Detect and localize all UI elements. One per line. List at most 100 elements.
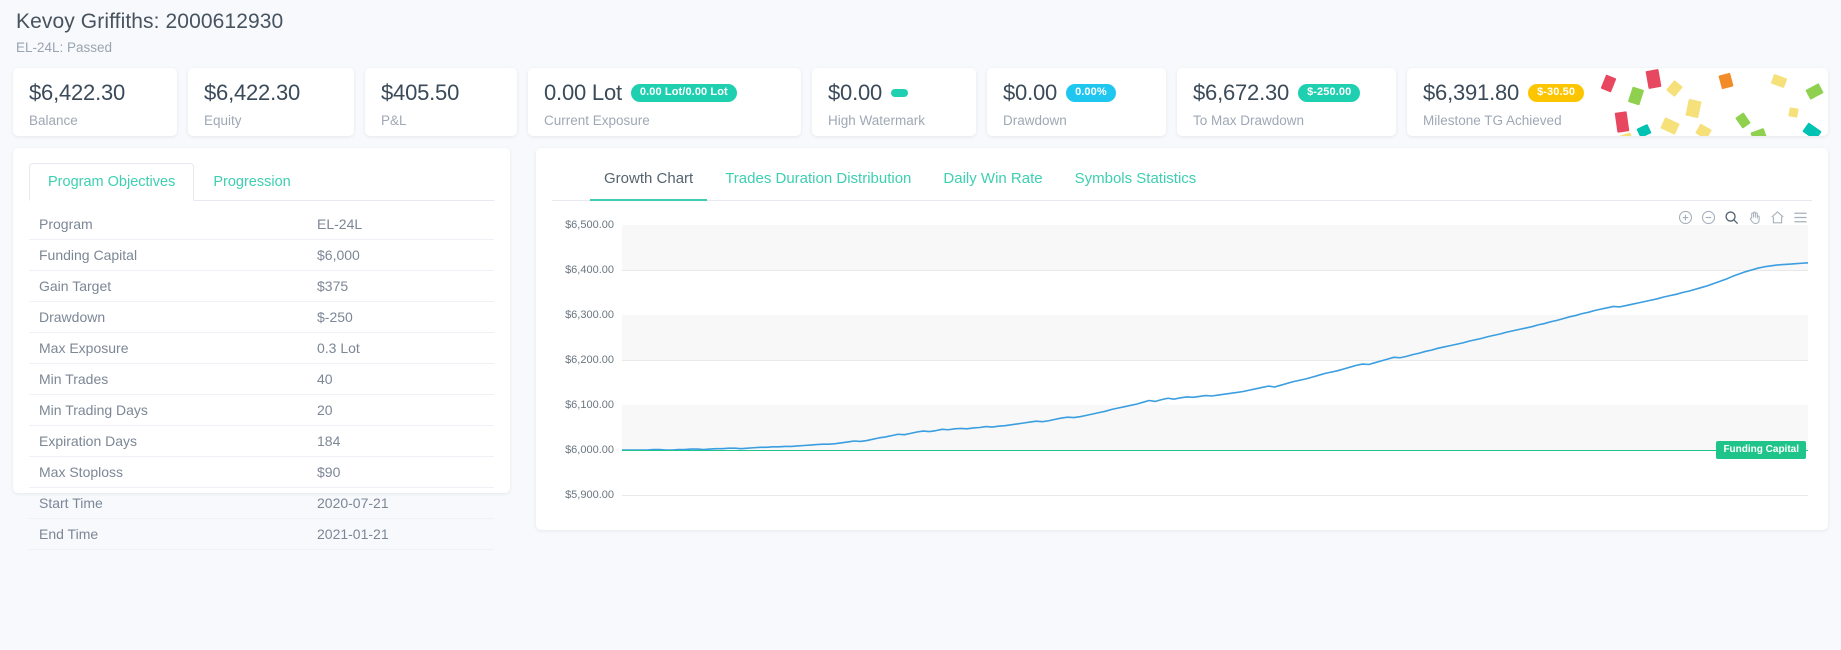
chart-tabs: Growth Chart Trades Duration Distribution…: [552, 160, 1812, 201]
objective-key: Start Time: [29, 487, 307, 519]
chart-toolbar: [1678, 210, 1808, 225]
selection-zoom-icon[interactable]: [1724, 210, 1739, 225]
objective-key: Expiration Days: [29, 425, 307, 457]
main-content: Program Objectives Progression Program EL-…: [0, 136, 1841, 550]
objective-key: Min Trades: [29, 363, 307, 395]
objective-key: Max Stoploss: [29, 456, 307, 488]
objective-value: 2021-01-21: [307, 518, 494, 550]
tab-program-objectives[interactable]: Program Objectives: [29, 163, 195, 201]
kpi-value-row: 0.00 Lot 0.00 Lot/0.00 Lot: [544, 80, 785, 106]
reset-zoom-icon[interactable]: [1770, 210, 1785, 225]
growth-chart-panel: Growth Chart Trades Duration Distribution…: [536, 148, 1828, 530]
table-row: Min Trading Days 20: [29, 394, 494, 426]
objective-key: Funding Capital: [29, 239, 307, 271]
table-row: Min Trades 40: [29, 363, 494, 395]
funding-capital-label: Funding Capital: [1716, 441, 1806, 459]
kpi-value: $6,672.30: [1193, 79, 1290, 105]
objective-value: 40: [307, 363, 494, 395]
kpi-value: $6,391.80: [1423, 79, 1520, 105]
y-axis-labels: $5,900.00 $6,000.00 $6,100.00 $6,200.00 $6,3…: [552, 219, 614, 501]
zoom-out-icon[interactable]: [1701, 210, 1716, 225]
objective-value: $375: [307, 270, 494, 302]
kpi-value: $6,422.30: [29, 79, 126, 105]
objective-key: End Time: [29, 518, 307, 550]
kpi-card-equity: $6,422.30 Equity: [188, 68, 354, 136]
kpi-value-row: $6,422.30: [204, 80, 338, 106]
kpi-card-p-l: $405.50 P&L: [365, 68, 517, 136]
table-row: Expiration Days 184: [29, 425, 494, 457]
kpi-value-row: $0.00 0.00%: [1003, 80, 1150, 106]
kpi-label: Current Exposure: [544, 112, 650, 128]
kpi-card-to-max-drawdown: $6,672.30 $-250.00 To Max Drawdown: [1177, 68, 1396, 136]
equity-line-series: [622, 225, 1808, 495]
kpi-card-high-watermark: $0.00 High Watermark: [812, 68, 976, 136]
kpi-card-drawdown: $0.00 0.00% Drawdown: [987, 68, 1166, 136]
table-row: Start Time 2020-07-21: [29, 487, 494, 519]
chart-tab-growth-chart[interactable]: Growth Chart: [590, 160, 708, 201]
objective-key: Drawdown: [29, 301, 307, 333]
program-objectives-table: Program EL-24L Funding Capital $6,000 Gain T…: [29, 209, 494, 550]
chart-plot-area[interactable]: Funding Capital: [622, 225, 1808, 496]
kpi-value: $6,422.30: [204, 79, 301, 105]
status-dot-icon: [891, 88, 909, 97]
account-header: Kevoy Griffiths: 2000612930 EL-24L: Pass…: [0, 0, 1841, 55]
equity-line: [622, 263, 1808, 450]
objective-value: 0.3 Lot: [307, 332, 494, 364]
kpi-label: Milestone TG Achieved: [1423, 112, 1562, 128]
tab-progression[interactable]: Progression: [194, 163, 309, 201]
kpi-card-current-exposure: 0.00 Lot 0.00 Lot/0.00 Lot Current Exposur…: [528, 68, 801, 136]
status-badge: 0.00%: [1066, 83, 1116, 102]
y-axis-tick-label: $6,500.00: [565, 219, 614, 231]
table-row: Gain Target $375: [29, 270, 494, 302]
kpi-card-row: $6,422.30 Balance $6,422.30 Equity $405.50 P&…: [0, 68, 1841, 136]
kpi-value-row: $6,422.30: [29, 80, 161, 106]
y-axis-tick-label: $6,400.00: [565, 264, 614, 276]
table-row: Max Stoploss $90: [29, 456, 494, 488]
y-axis-tick-label: $6,200.00: [565, 354, 614, 366]
status-badge: $-250.00: [1298, 83, 1361, 102]
kpi-value: 0.00 Lot: [544, 79, 622, 105]
kpi-value: $405.50: [381, 79, 460, 105]
objective-value: $6,000: [307, 239, 494, 271]
kpi-label: Balance: [29, 112, 78, 128]
objective-key: Max Exposure: [29, 332, 307, 364]
kpi-value-row: $6,391.80 $-30.50: [1423, 80, 1812, 106]
growth-chart[interactable]: $5,900.00 $6,000.00 $6,100.00 $6,200.00 $6,3…: [552, 219, 1812, 515]
objective-value: 184: [307, 425, 494, 457]
left-panel-tabs: Program Objectives Progression: [29, 162, 494, 201]
objective-value: $-250: [307, 301, 494, 333]
y-axis-tick-label: $6,300.00: [565, 309, 614, 321]
y-axis-tick-label: $6,000.00: [565, 444, 614, 456]
chart-gridline: [622, 495, 1808, 496]
kpi-label: P&L: [381, 112, 407, 128]
kpi-card-milestone-tg-achieved: $6,391.80 $-30.50 Milestone TG Achieved: [1407, 68, 1828, 136]
zoom-in-icon[interactable]: [1678, 210, 1693, 225]
page-title: Kevoy Griffiths: 2000612930: [16, 10, 284, 33]
kpi-label: High Watermark: [828, 112, 926, 128]
dashboard-page: Kevoy Griffiths: 2000612930 EL-24L: Pass…: [0, 0, 1841, 650]
status-badge: $-30.50: [1528, 83, 1585, 102]
objective-key: Min Trading Days: [29, 394, 307, 426]
kpi-value-row: $0.00: [828, 80, 960, 106]
kpi-label: Drawdown: [1003, 112, 1067, 128]
chart-tab-symbols-statistics[interactable]: Symbols Statistics: [1061, 160, 1211, 201]
kpi-card-balance: $6,422.30 Balance: [13, 68, 177, 136]
objective-key: Gain Target: [29, 270, 307, 302]
kpi-label: Equity: [204, 112, 242, 128]
objective-value: 20: [307, 394, 494, 426]
funding-capital-line: [622, 450, 1808, 451]
table-row: Program EL-24L: [29, 209, 494, 240]
kpi-label: To Max Drawdown: [1193, 112, 1305, 128]
chart-tab-daily-win-rate[interactable]: Daily Win Rate: [929, 160, 1056, 201]
objective-value: EL-24L: [307, 209, 494, 240]
chart-tab-trades-duration-distribution[interactable]: Trades Duration Distribution: [711, 160, 925, 201]
objective-value: $90: [307, 456, 494, 488]
y-axis-tick-label: $6,100.00: [565, 399, 614, 411]
panning-icon[interactable]: [1747, 210, 1762, 225]
program-objectives-panel: Program Objectives Progression Program EL-…: [13, 148, 510, 550]
objective-value: 2020-07-21: [307, 487, 494, 519]
account-status-subtitle: EL-24L: Passed: [16, 40, 113, 55]
menu-icon[interactable]: [1793, 210, 1808, 225]
objective-key: Program: [29, 209, 307, 240]
table-row: End Time 2021-01-21: [29, 518, 494, 550]
